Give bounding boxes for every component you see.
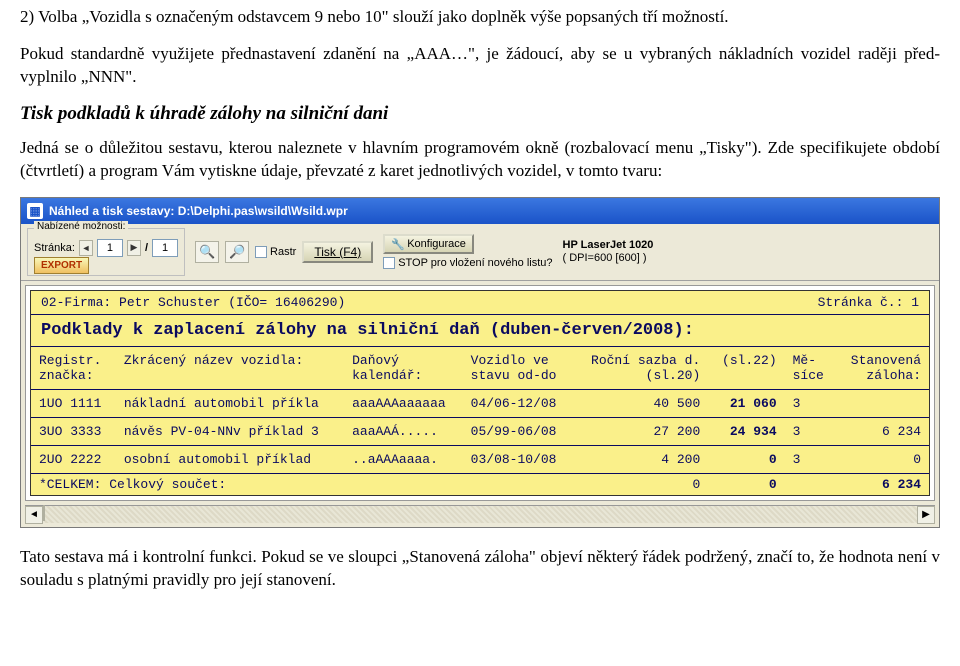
- th-nazev: Zkrácený název vozidla:: [116, 347, 344, 390]
- window-title: Náhled a tisk sestavy: D:\Delphi.pas\wsi…: [49, 204, 348, 218]
- scroll-thumb[interactable]: [43, 505, 45, 521]
- stop-label: STOP pro vložení nového listu?: [398, 257, 552, 269]
- page-total: 1: [152, 239, 178, 257]
- report-sheet: 02-Firma: Petr Schuster (IČO= 16406290) …: [30, 290, 930, 496]
- configure-label: Konfigurace: [407, 238, 466, 250]
- nabizene-moznosti-label: Nabízené možnosti:: [34, 221, 128, 232]
- th-registr: Registr.značka:: [31, 347, 116, 390]
- table-row: 2UO 2222 osobní automobil příklad ..aAAA…: [31, 445, 929, 473]
- page-label: Stránka:: [34, 242, 75, 254]
- list-item-number: 2): [20, 7, 34, 26]
- page-nav-group: Nabízené možnosti: Stránka: ◄ ▶ / 1 EXPO…: [27, 228, 185, 276]
- report-title: Podklady k zaplacení zálohy na silniční …: [31, 315, 929, 347]
- page-next-button[interactable]: ▶: [127, 240, 141, 256]
- preview-pane: 02-Firma: Petr Schuster (IČO= 16406290) …: [25, 285, 935, 501]
- th-stav: Vozidlo vestavu od-do: [463, 347, 573, 390]
- app-icon: ▦: [27, 203, 43, 219]
- export-button[interactable]: EXPORT: [34, 257, 89, 274]
- th-mesice: Mě-síce: [785, 347, 836, 390]
- paragraph-2: Jedná se o důležitou sestavu, kterou nal…: [20, 137, 940, 183]
- wrench-icon: [391, 238, 403, 250]
- section-heading: Tisk podkladů k úhradě zálohy na silničn…: [20, 103, 940, 125]
- firm-line: 02-Firma: Petr Schuster (IČO= 16406290): [41, 295, 345, 310]
- table-total-row: *CELKEM: Celkový součet: 0 0 6 234: [31, 473, 929, 495]
- rastr-label: Rastr: [270, 246, 296, 258]
- table-row: 3UO 3333 návěs PV-04-NNv příklad 3 aaaAA…: [31, 417, 929, 445]
- th-zaloha: Stanovenázáloha:: [836, 347, 929, 390]
- report-table: Registr.značka: Zkrácený název vozidla: …: [31, 347, 929, 495]
- list-item-text: Volba „Vozidla s označeným odstavcem 9 n…: [38, 7, 728, 26]
- th-rocni-sazba: Roční sazba d.(sl.20): [573, 347, 708, 390]
- horizontal-scrollbar[interactable]: ◄ ▶: [25, 505, 935, 523]
- rastr-checkbox[interactable]: Rastr: [255, 246, 296, 258]
- configure-button[interactable]: Konfigurace: [383, 234, 474, 254]
- th-kalendar: Daňovýkalendář:: [344, 347, 463, 390]
- paragraph-3: Tato sestava má i kontrolní funkci. Poku…: [20, 546, 940, 592]
- print-preview-window: ▦ Náhled a tisk sestavy: D:\Delphi.pas\w…: [20, 197, 940, 528]
- window-titlebar: ▦ Náhled a tisk sestavy: D:\Delphi.pas\w…: [21, 198, 939, 224]
- zoom-in-button[interactable]: 🔍: [195, 241, 219, 263]
- page-separator: /: [145, 242, 148, 254]
- toolbar: Nabízené možnosti: Stránka: ◄ ▶ / 1 EXPO…: [21, 224, 939, 281]
- print-button[interactable]: Tisk (F4): [302, 241, 373, 263]
- zoom-out-button[interactable]: 🔎: [225, 241, 249, 263]
- paragraph-1: Pokud standardně využijete přednastavení…: [20, 43, 940, 89]
- page-indicator: Stránka č.: 1: [818, 295, 919, 310]
- page-prev-button[interactable]: ◄: [79, 240, 93, 256]
- th-sl22: (sl.22): [708, 347, 784, 390]
- table-row: 1UO 1111 nákladní automobil příkla aaaAA…: [31, 389, 929, 417]
- printer-info: HP LaserJet 1020 ( DPI=600 [600] ): [563, 239, 654, 265]
- printer-dpi: ( DPI=600 [600] ): [563, 252, 654, 265]
- printer-name: HP LaserJet 1020: [563, 239, 654, 252]
- scroll-left-button[interactable]: ◄: [25, 506, 43, 524]
- scroll-right-button[interactable]: ▶: [917, 506, 935, 524]
- stop-checkbox[interactable]: STOP pro vložení nového listu?: [383, 257, 552, 269]
- page-input[interactable]: [97, 239, 123, 257]
